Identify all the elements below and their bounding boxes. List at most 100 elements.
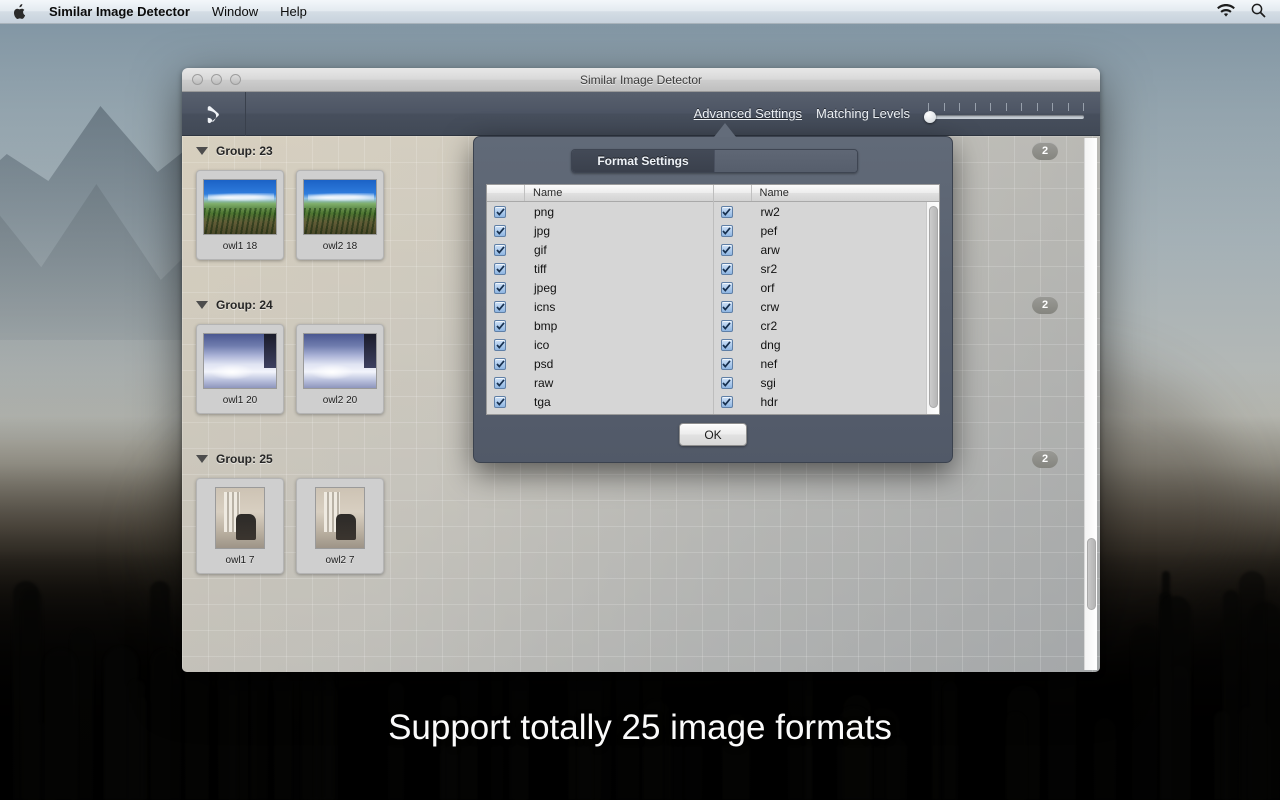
format-checkbox[interactable]	[720, 224, 733, 237]
format-row[interactable]: bmp	[487, 316, 713, 335]
format-row[interactable]: dng	[714, 335, 940, 354]
format-row[interactable]: crw	[714, 297, 940, 316]
format-row[interactable]: cr2	[714, 316, 940, 335]
format-checkbox[interactable]	[494, 205, 506, 218]
disclosure-triangle-icon[interactable]	[196, 455, 208, 463]
content-scrollbar[interactable]	[1084, 138, 1097, 670]
format-name: jpeg	[534, 280, 557, 295]
format-checkbox[interactable]	[494, 395, 506, 408]
scrollbar-thumb[interactable]	[1087, 538, 1096, 610]
advanced-settings-link[interactable]: Advanced Settings	[694, 106, 802, 121]
format-row[interactable]: tga	[487, 392, 713, 411]
format-name: jpg	[534, 223, 551, 238]
format-row-partial[interactable]	[487, 411, 713, 414]
format-checkbox[interactable]	[720, 338, 733, 351]
format-checkbox[interactable]	[494, 262, 506, 275]
format-checkbox[interactable]	[720, 205, 733, 218]
format-name: rw2	[760, 204, 780, 219]
format-row-partial[interactable]	[714, 411, 940, 414]
format-row[interactable]: icns	[487, 297, 713, 316]
slider-thumb[interactable]	[924, 110, 936, 123]
image-thumbnail[interactable]: owl1 7	[196, 478, 284, 574]
image-thumbnail[interactable]: owl2 7	[296, 478, 384, 574]
format-row[interactable]: ico	[487, 335, 713, 354]
thumbnail-image	[303, 179, 377, 235]
image-thumbnail[interactable]: owl2 18	[296, 170, 384, 260]
menu-item-window[interactable]: Window	[201, 0, 269, 24]
format-row[interactable]: sr2	[714, 259, 940, 278]
format-checkbox[interactable]	[720, 319, 733, 332]
format-checkbox[interactable]	[720, 300, 733, 313]
group-row: Group: 25 2 owl1 7 owl2 7	[182, 448, 1082, 574]
thumbnail-caption: owl1 7	[225, 555, 255, 566]
disclosure-triangle-icon[interactable]	[196, 301, 208, 309]
thumbnail-caption: owl2 7	[325, 555, 355, 566]
group-thumbnails: owl1 7 owl2 7	[182, 470, 1082, 574]
tab-format-settings[interactable]: Format Settings	[572, 150, 714, 172]
format-name: psd	[534, 356, 554, 371]
format-checkbox[interactable]	[494, 338, 506, 351]
back-arrow-icon[interactable]	[182, 91, 246, 136]
format-checkbox[interactable]	[720, 395, 733, 408]
slider-track[interactable]	[924, 114, 1084, 119]
format-row[interactable]: jpg	[487, 221, 713, 240]
format-rows-right: rw2 pef arw sr2 orf crw cr2 dng nef sgi …	[713, 202, 940, 414]
marketing-caption: Support totally 25 image formats	[388, 708, 892, 747]
format-name: cr2	[760, 318, 778, 333]
menu-item-help[interactable]: Help	[269, 0, 318, 24]
format-row[interactable]: hdr	[714, 392, 940, 411]
matching-levels-slider[interactable]	[924, 102, 1084, 125]
format-checkbox[interactable]	[494, 224, 506, 237]
group-label: Group: 23	[216, 144, 273, 158]
format-row[interactable]: sgi	[714, 373, 940, 392]
format-checkbox[interactable]	[720, 357, 733, 370]
scrollbar-thumb[interactable]	[929, 206, 938, 408]
format-checkbox[interactable]	[720, 262, 733, 275]
wifi-icon[interactable]	[1217, 3, 1235, 20]
menu-item-app-name[interactable]: Similar Image Detector	[38, 0, 201, 24]
format-name: orf	[760, 280, 775, 295]
format-checkbox[interactable]	[494, 281, 506, 294]
apple-logo-icon[interactable]	[0, 3, 38, 20]
format-name: hdr	[760, 394, 778, 409]
format-row[interactable]: pef	[714, 221, 940, 240]
format-list: Name png jpg gif tiff jpeg icns bmp ico …	[486, 184, 940, 415]
image-thumbnail[interactable]: owl1 18	[196, 170, 284, 260]
format-row[interactable]: arw	[714, 240, 940, 259]
format-checkbox[interactable]	[494, 243, 506, 256]
format-name: sgi	[760, 375, 776, 390]
format-row[interactable]: raw	[487, 373, 713, 392]
format-name: raw	[534, 375, 554, 390]
spotlight-search-icon[interactable]	[1251, 3, 1266, 21]
format-checkbox[interactable]	[494, 300, 506, 313]
ok-button[interactable]: OK	[679, 423, 747, 446]
window-title-bar: Similar Image Detector	[182, 68, 1100, 92]
format-checkbox[interactable]	[720, 243, 733, 256]
group-count-badge: 2	[1032, 142, 1058, 160]
format-row[interactable]: jpeg	[487, 278, 713, 297]
column-header-name: Name	[759, 187, 789, 199]
format-checkbox[interactable]	[494, 319, 506, 332]
format-row[interactable]: rw2	[714, 202, 940, 221]
disclosure-triangle-icon[interactable]	[196, 147, 208, 155]
tab-secondary[interactable]	[714, 150, 857, 172]
column-header-name: Name	[533, 187, 563, 199]
format-row[interactable]: png	[487, 202, 713, 221]
image-thumbnail[interactable]: owl1 20	[196, 324, 284, 414]
format-checkbox[interactable]	[720, 281, 733, 294]
image-thumbnail[interactable]: owl2 20	[296, 324, 384, 414]
format-checkbox[interactable]	[720, 376, 733, 389]
format-settings-popover: Format Settings Name png jpg gif tiff jp…	[473, 136, 953, 463]
thumbnail-image	[203, 179, 277, 235]
format-row[interactable]: tiff	[487, 259, 713, 278]
format-row[interactable]: psd	[487, 354, 713, 373]
format-row[interactable]: gif	[487, 240, 713, 259]
group-label: Group: 25	[216, 452, 273, 466]
format-row[interactable]: nef	[714, 354, 940, 373]
mac-menu-bar: Similar Image Detector Window Help	[0, 0, 1280, 24]
format-row[interactable]: orf	[714, 278, 940, 297]
format-list-scrollbar[interactable]	[926, 202, 939, 414]
popover-tab-bar[interactable]: Format Settings	[571, 149, 858, 173]
format-checkbox[interactable]	[494, 357, 506, 370]
format-checkbox[interactable]	[494, 376, 506, 389]
